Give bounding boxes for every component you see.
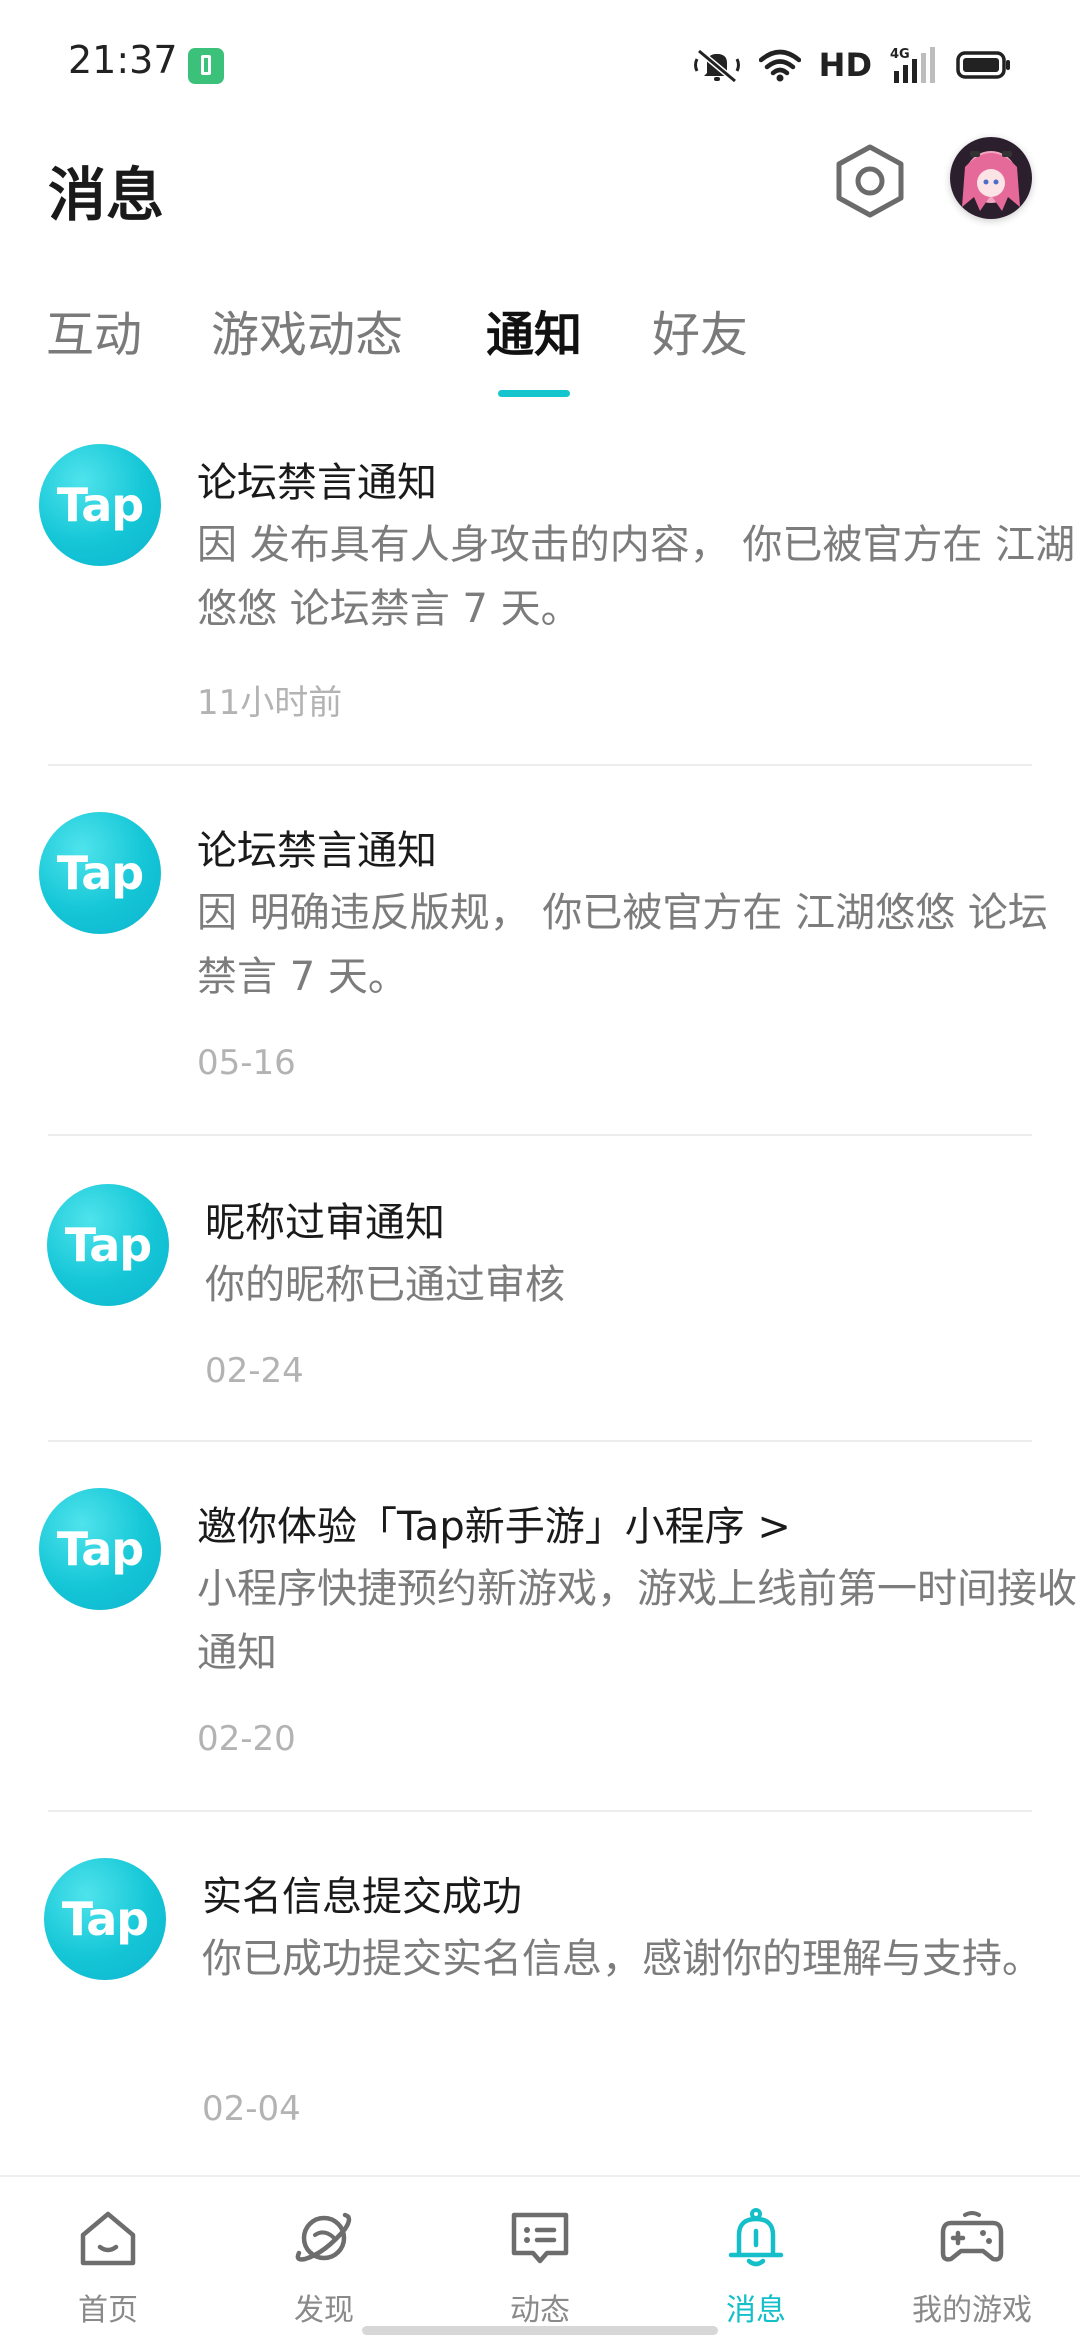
notification-body: 你的昵称已通过审核 (205, 1262, 565, 1308)
nav-home[interactable]: 首页 (0, 2177, 216, 2340)
notification-title: 实名信息提交成功 (202, 1874, 522, 1920)
nav-messages[interactable]: 消息 (648, 2177, 864, 2340)
battery-icon (956, 51, 1010, 79)
notification-time: 11小时前 (197, 683, 343, 723)
page-title: 消息 (48, 161, 165, 229)
tap-logo-icon: Tap (39, 444, 161, 566)
tab-interaction[interactable]: 互动 (46, 295, 142, 365)
tap-logo-text: Tap (56, 846, 144, 900)
battery-saver-icon (188, 48, 224, 84)
nav-label: 动态 (510, 2293, 570, 2328)
notification-title: 昵称过审通知 (205, 1200, 445, 1246)
hexagon-settings-icon (836, 144, 904, 218)
tap-logo-icon: Tap (39, 812, 161, 934)
tab-game-news[interactable]: 游戏动态 (211, 295, 403, 365)
tap-logo-icon: Tap (44, 1858, 166, 1980)
tap-logo-text: Tap (61, 1892, 149, 1946)
gamepad-icon (940, 2211, 1004, 2262)
network-type-label: 4G (890, 47, 910, 62)
bottom-nav: 首页 发现 动态 消息 我的游戏 (0, 2175, 1080, 2340)
nav-my-games[interactable]: 我的游戏 (864, 2177, 1080, 2340)
notification-title: 论坛禁言通知 (197, 460, 437, 506)
tap-logo-icon: Tap (47, 1184, 169, 1306)
mute-icon (693, 48, 740, 83)
notification-time: 02-20 (197, 1719, 296, 1759)
chat-card-icon (511, 2212, 569, 2264)
list-item[interactable]: Tap 邀你体验「Tap新手游」小程序 > 小程序快捷预约新游戏，游戏上线前第一… (0, 1442, 1080, 1810)
home-indicator[interactable] (362, 2326, 718, 2335)
tab-notifications[interactable]: 通知 (486, 295, 582, 365)
nav-discover[interactable]: 发现 (216, 2177, 432, 2340)
active-tab-indicator (498, 390, 570, 397)
list-item[interactable]: Tap 论坛禁言通知 因 明确违反版规， 你已被官方在 江湖悠悠 论坛禁言 7 … (0, 766, 1080, 1134)
notification-time: 02-04 (202, 2089, 301, 2129)
tap-logo-icon: Tap (39, 1488, 161, 1610)
avatar-image (950, 137, 1032, 219)
tap-logo-text: Tap (56, 1522, 144, 1576)
nav-label: 我的游戏 (912, 2293, 1032, 2328)
notification-time: 02-24 (205, 1351, 304, 1391)
nav-label: 发现 (294, 2293, 354, 2328)
notification-body: 你已成功提交实名信息，感谢你的理解与支持。 (202, 1936, 1042, 1982)
avatar[interactable] (950, 137, 1032, 219)
notification-title[interactable]: 邀你体验「Tap新手游」小程序 > (197, 1494, 791, 1552)
home-icon (80, 2211, 136, 2266)
list-item[interactable]: Tap 实名信息提交成功 你已成功提交实名信息，感谢你的理解与支持。 02-04 (0, 1812, 1080, 2174)
nav-feed[interactable]: 动态 (432, 2177, 648, 2340)
notification-body: 小程序快捷预约新游戏，游戏上线前第一时间接收通知 (197, 1566, 1077, 1676)
nav-label: 消息 (726, 2293, 786, 2328)
notification-body: 因 明确违反版规， 你已被官方在 江湖悠悠 论坛禁言 7 天。 (197, 890, 1048, 1000)
notification-title: 论坛禁言通知 (197, 828, 437, 874)
network-hd-label: HD (818, 46, 872, 84)
tab-bar: 互动 游戏动态 通知 好友 (0, 295, 1080, 405)
tab-friends[interactable]: 好友 (652, 295, 748, 365)
wifi-icon (758, 49, 801, 82)
list-item[interactable]: Tap 论坛禁言通知 因 发布具有人身攻击的内容， 你已被官方在 江湖悠悠 论坛… (0, 420, 1080, 765)
signal-icon: 4G (890, 47, 935, 83)
list-item[interactable]: Tap 昵称过审通知 你的昵称已通过审核 02-24 (0, 1136, 1080, 1440)
notification-body: 因 发布具有人身攻击的内容， 你已被官方在 江湖悠悠 论坛禁言 7 天。 (197, 522, 1076, 632)
nav-label: 首页 (78, 2293, 138, 2328)
status-time: 21:37 (68, 38, 178, 82)
bell-icon (728, 2208, 784, 2267)
tap-logo-text: Tap (64, 1218, 152, 1272)
tap-logo-text: Tap (56, 478, 144, 532)
status-icons: HD 4G (693, 40, 1012, 90)
notification-time: 05-16 (197, 1043, 296, 1083)
settings-button[interactable] (834, 142, 906, 220)
messages-page: 21:37 HD 4G 消息 互动 游戏动态 通知 好友 Tap 论坛禁言通知 … (0, 0, 1080, 2340)
status-bar: 21:37 HD 4G (0, 0, 1080, 130)
planet-icon (295, 2212, 352, 2262)
